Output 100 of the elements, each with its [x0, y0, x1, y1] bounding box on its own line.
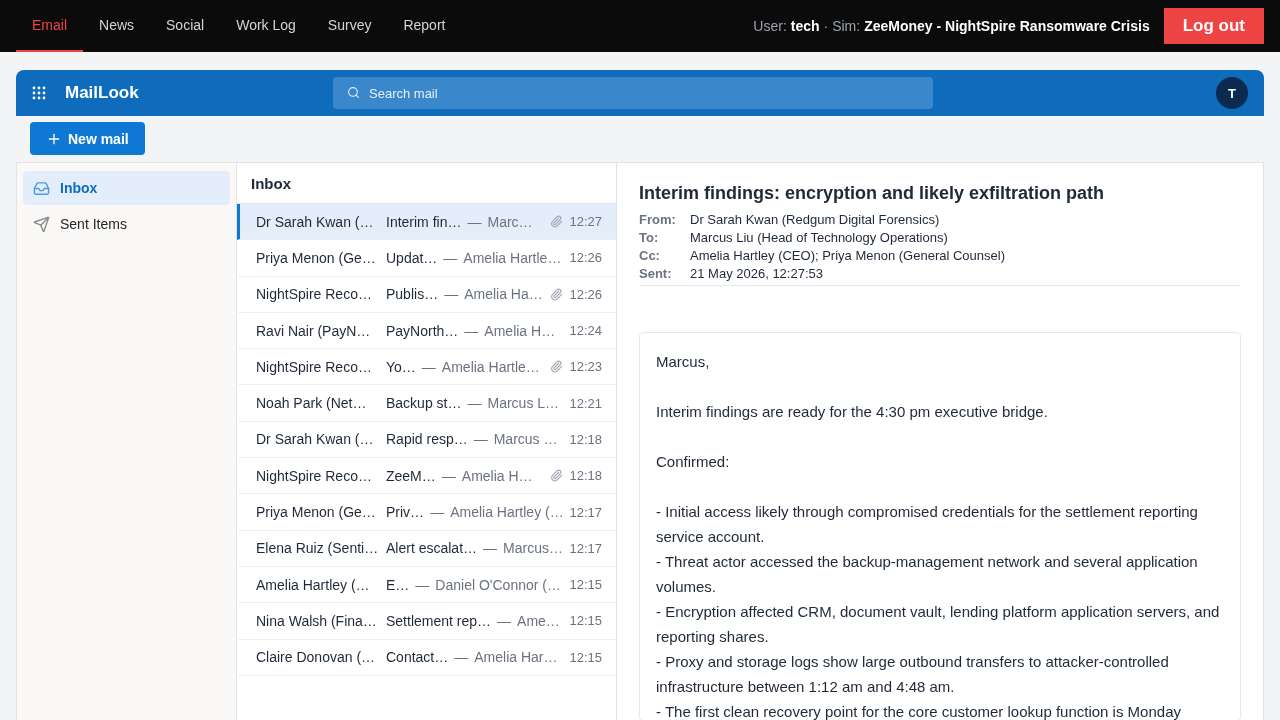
- inbox-icon: [33, 179, 50, 197]
- message-preview: Amelia Hartle…: [463, 249, 562, 266]
- dash-separator: —: [430, 504, 445, 520]
- sim-name: ZeeMoney - NightSpire Ransomware Crisis: [864, 18, 1150, 34]
- sender-name: Ravi Nair (PayN…: [256, 322, 372, 339]
- sender-name: Dr Sarah Kwan (…: [256, 431, 375, 448]
- body-paragraph: Confirmed:: [656, 452, 731, 472]
- app-title: MailLook: [65, 83, 140, 103]
- sender-name: Priya Menon (Ge…: [256, 504, 377, 520]
- sender-name: NightSpire Reco…: [256, 467, 373, 484]
- search-field[interactable]: Search mail: [333, 77, 933, 109]
- sender-name: NightSpire Reco…: [256, 286, 373, 303]
- header-label: Cc:: [639, 248, 661, 263]
- dash-separator: —: [464, 322, 479, 339]
- header-value: Dr Sarah Kwan (Redgum Digital Forensics): [690, 212, 941, 227]
- message-time: 12:27: [569, 214, 602, 230]
- message-subject: Interim fin…: [386, 213, 462, 230]
- header-value: Amelia Hartley (CEO); Priya Menon (General Counsel): [690, 248, 1006, 263]
- message-preview: Marcus …: [493, 431, 558, 448]
- user-label: User:: [753, 18, 787, 34]
- message-subject: E…: [386, 576, 410, 593]
- message-preview: Amelia Har…: [474, 649, 558, 666]
- message-preview: Amelia H…: [484, 322, 556, 339]
- sender-name: Noah Park (Net…: [256, 395, 368, 412]
- body-paragraph: Marcus,: [656, 352, 711, 372]
- message-subject: Publis…: [386, 286, 439, 303]
- nav-tab[interactable]: Social: [150, 0, 221, 52]
- message-preview: Amelia H…: [461, 467, 533, 484]
- message-time: 12:21: [569, 395, 602, 411]
- message-time: 12:18: [569, 468, 602, 484]
- sender-name: NightSpire Reco…: [256, 358, 373, 375]
- app-launcher-icon[interactable]: [32, 86, 46, 100]
- message-preview: Ame…: [517, 612, 560, 629]
- folder-item[interactable]: Inbox: [23, 171, 230, 205]
- message-preview: Daniel O'Connor (…: [435, 576, 561, 593]
- sender-name: Priya Menon (Ge…: [256, 249, 377, 266]
- message-subject: Priv…: [386, 504, 425, 520]
- body-paragraph: - The first clean recovery point for the core customer lookup function is Monday: [656, 702, 1182, 720]
- message-subject: Yo…: [386, 358, 416, 375]
- sender-name: Dr Sarah Kwan (…: [256, 213, 375, 230]
- header-value: 21 May 2026, 12:27:53: [690, 266, 824, 281]
- header-label: From:: [639, 212, 677, 227]
- message-preview: Amelia Hartley (…: [450, 504, 564, 520]
- body-paragraph: Interim findings are ready for the 4:30 pm executive bridge.: [656, 402, 1049, 422]
- nav-tab[interactable]: News: [83, 0, 151, 52]
- user-name: tech: [790, 18, 820, 34]
- message-preview: Amelia Ha…: [464, 286, 543, 303]
- message-title: Interim findings: encryption and likely exfiltration path: [639, 183, 1106, 204]
- search-icon: [347, 86, 360, 99]
- dash-separator: —: [473, 431, 488, 448]
- sender-name: Nina Walsh (Fina…: [256, 612, 378, 629]
- dash-separator: —: [441, 467, 456, 484]
- body-paragraph: - Encryption affected CRM, document vault, lending platform application servers, and reporting shares.: [656, 602, 1221, 647]
- message-preview: Marc…: [487, 213, 533, 230]
- message-subject: Updat…: [386, 249, 438, 266]
- send-icon: [33, 215, 50, 233]
- header-label: To:: [639, 230, 660, 245]
- logout-button[interactable]: Log out: [1163, 8, 1264, 44]
- nav-tab[interactable]: Email: [16, 0, 83, 52]
- dash-separator: —: [483, 540, 498, 557]
- message-subject: ZeeM…: [386, 467, 436, 484]
- message-row[interactable]: Dr Sarah Kwan (… Interim fin… — Marc… 12:27: [237, 204, 616, 241]
- message-time: 12:24: [569, 323, 602, 339]
- message-time: 12:17: [569, 504, 602, 520]
- message-subject: Contact…: [386, 649, 449, 666]
- dash-separator: —: [497, 612, 512, 629]
- message-preview: Amelia Hartle…: [441, 358, 540, 375]
- dash-separator: —: [467, 213, 482, 230]
- sender-name: Elena Ruiz (Senti…: [256, 540, 380, 557]
- nav-tab[interactable]: Report: [387, 0, 462, 52]
- dash-separator: —: [444, 286, 459, 303]
- body-paragraph: - Proxy and storage logs show large outbound transfers to attacker-controlled infrastructure between 1:12 am and 4:48 am.: [656, 652, 1170, 697]
- message-subject: Rapid resp…: [386, 431, 468, 448]
- avatar[interactable]: T: [1216, 77, 1248, 109]
- nav-tab[interactable]: Survey: [311, 0, 388, 52]
- message-time: 12:17: [569, 540, 602, 556]
- dash-separator: —: [415, 576, 430, 593]
- dash-separator: —: [454, 649, 469, 666]
- message-time: 12:15: [569, 613, 602, 629]
- message-subject: Alert escalat…: [386, 540, 478, 557]
- folder-item[interactable]: Sent Items: [23, 207, 230, 241]
- sender-name: Claire Donovan (…: [256, 649, 377, 666]
- message-subject: Backup st…: [386, 395, 462, 412]
- header-label: Sent:: [639, 266, 673, 281]
- dash-separator: —: [421, 358, 436, 375]
- nav-tab[interactable]: Work Log: [220, 0, 312, 52]
- dash-separator: —: [443, 249, 458, 266]
- message-time: 12:15: [569, 649, 602, 665]
- message-preview: Marcus L…: [487, 395, 560, 412]
- new-mail-button[interactable]: New mail: [30, 122, 145, 155]
- message-time: 12:15: [569, 577, 602, 593]
- sim-label: · Sim:: [823, 18, 861, 34]
- body-paragraph: - Threat actor accessed the backup-management network and several application volumes.: [656, 552, 1199, 597]
- message-subject: Settlement rep…: [386, 612, 492, 629]
- message-time: 12:18: [569, 431, 602, 447]
- dash-separator: —: [467, 395, 482, 412]
- message-time: 12:26: [569, 250, 602, 266]
- body-paragraph: - Initial access likely through compromised credentials for the settlement reporting service account.: [656, 502, 1199, 547]
- message-subject: PayNorth…: [386, 322, 459, 339]
- message-time: 12:23: [569, 359, 602, 375]
